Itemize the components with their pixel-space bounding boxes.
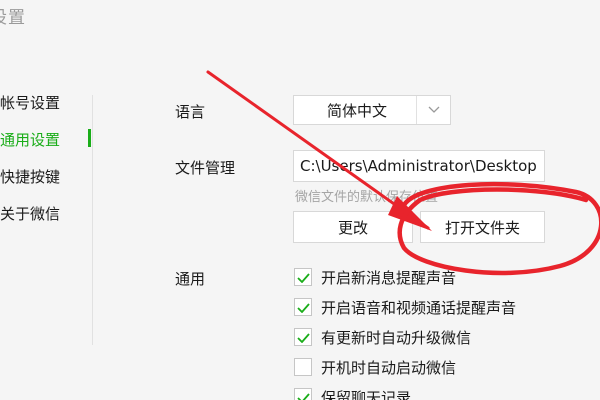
sidebar-divider	[92, 95, 93, 345]
sidebar-item-shortcuts[interactable]: 快捷按键	[0, 166, 60, 187]
sidebar: 帐号设置 通用设置 快捷按键 关于微信	[0, 0, 92, 400]
option-label: 开机时自动启动微信	[321, 358, 457, 377]
option-auto-start[interactable]: 开机时自动启动微信	[294, 356, 456, 378]
checkmark-icon	[296, 298, 310, 317]
option-label: 开启新消息提醒声音	[321, 268, 457, 287]
file-path-hint: 微信文件的默认保存位置	[295, 190, 439, 205]
option-keep-history[interactable]: 保留聊天记录	[294, 386, 411, 400]
change-button[interactable]: 更改	[293, 211, 413, 243]
option-label: 开启语音和视频通话提醒声音	[321, 298, 517, 317]
option-call-sound[interactable]: 开启语音和视频通话提醒声音	[294, 296, 516, 318]
checkmark-icon	[296, 328, 310, 347]
sidebar-item-about[interactable]: 关于微信	[0, 203, 60, 224]
checkbox[interactable]	[294, 298, 312, 316]
checkmark-icon	[296, 268, 310, 287]
checkbox[interactable]	[294, 388, 312, 400]
active-indicator	[88, 129, 91, 147]
checkbox[interactable]	[294, 358, 312, 376]
option-new-message-sound[interactable]: 开启新消息提醒声音	[294, 266, 456, 288]
chevron-down-icon[interactable]	[416, 96, 450, 124]
language-select-value: 简体中文	[326, 101, 387, 120]
checkbox[interactable]	[294, 328, 312, 346]
checkbox[interactable]	[294, 268, 312, 286]
general-label: 通用	[175, 270, 206, 288]
option-label: 有更新时自动升级微信	[321, 328, 472, 347]
checkmark-icon	[296, 388, 310, 400]
language-label: 语言	[175, 103, 206, 121]
language-select[interactable]: 简体中文	[293, 95, 451, 125]
option-auto-update[interactable]: 有更新时自动升级微信	[294, 326, 471, 348]
sidebar-item-account[interactable]: 帐号设置	[0, 92, 60, 113]
sidebar-item-general[interactable]: 通用设置	[0, 129, 60, 150]
open-folder-button[interactable]: 打开文件夹	[420, 211, 545, 243]
file-path-field[interactable]: C:\Users\Administrator\Desktop	[293, 150, 545, 182]
option-label: 保留聊天记录	[321, 388, 412, 400]
file-management-label: 文件管理	[175, 159, 236, 177]
